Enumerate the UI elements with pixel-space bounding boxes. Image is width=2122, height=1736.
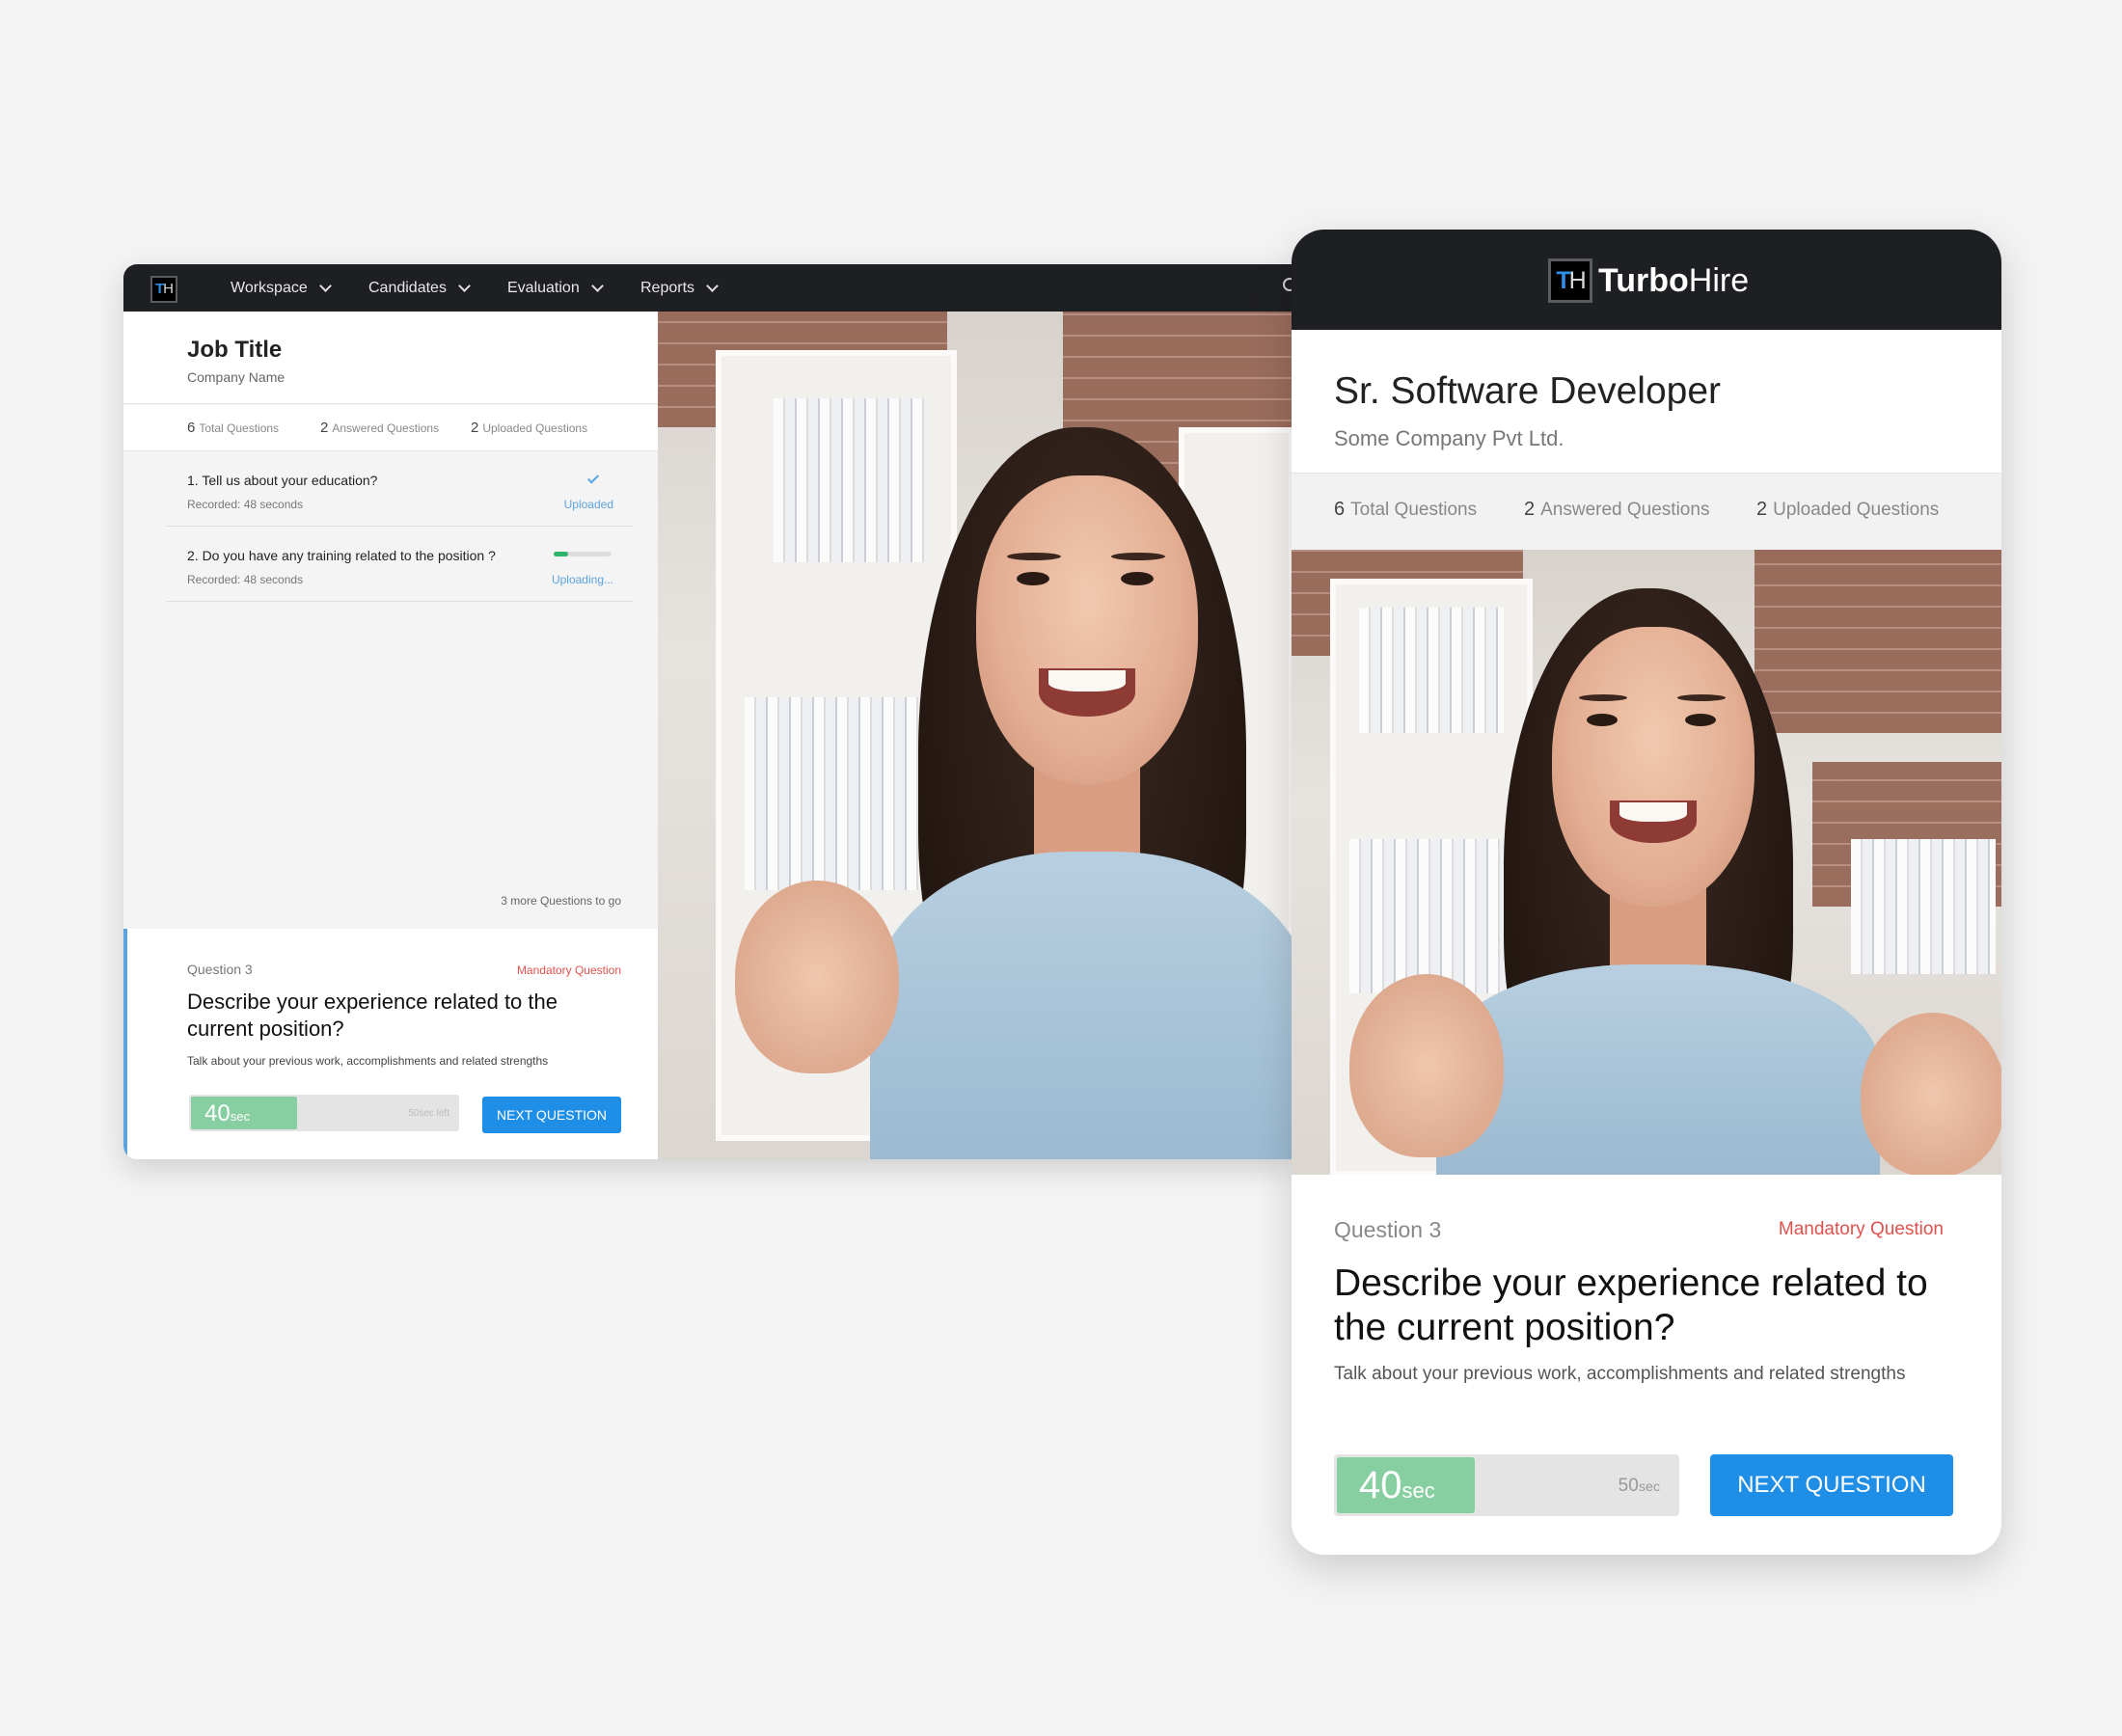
upload-status: Uploaded (563, 498, 613, 511)
stat-total: 6 Total Questions (187, 420, 280, 436)
candidate-video-image (1292, 550, 2001, 1175)
nav-candidates-label: Candidates (368, 279, 447, 296)
mobile-header-bar: TH TurboHire (1292, 230, 2001, 330)
turbohire-brand: TH TurboHire (1548, 258, 1749, 303)
upload-progress-bar (554, 552, 612, 556)
stat-uploaded: 2 Uploaded Questions (471, 420, 588, 436)
chevron-down-icon (458, 279, 471, 292)
candidate-video-image (658, 312, 1292, 1159)
nav-reports[interactable]: Reports (640, 264, 719, 312)
mandatory-badge: Mandatory Question (516, 963, 621, 977)
stat-uploaded: 2 Uploaded Questions (1756, 499, 1940, 520)
question-stats: 6 Total Questions 2 Answered Questions 2 Up… (1292, 473, 2001, 550)
job-title: Job Title (187, 337, 283, 363)
question-number: Question 3 (187, 962, 253, 977)
question-stats: 6 Total Questions 2 Answered Questions 2 Up… (123, 405, 658, 451)
stat-total: 6 Total Questions (1334, 499, 1478, 520)
next-question-button[interactable]: NEXT QUESTION (1710, 1454, 1953, 1516)
question-heading: Describe your experience related to the … (187, 990, 558, 1041)
video-preview (1292, 550, 2001, 1175)
upload-progress-fill (554, 552, 568, 556)
timer-bar: 40sec 50sec left (189, 1095, 459, 1131)
nav-evaluation-label: Evaluation (507, 279, 580, 296)
check-icon (586, 472, 600, 484)
timer-remaining: 50sec (1618, 1476, 1660, 1496)
timer-bar: 40sec 50sec (1334, 1454, 1679, 1516)
brand-name: TurboHire (1598, 261, 1750, 299)
turbohire-logo-icon[interactable]: TH (150, 276, 177, 303)
mandatory-badge: Mandatory Question (1778, 1219, 1944, 1239)
company-name: Some Company Pvt Ltd. (1334, 426, 1564, 450)
question-subtext: Talk about your previous work, accomplis… (1334, 1364, 1906, 1384)
desktop-window: TH Workspace Candidates Evaluation Repor… (123, 264, 1292, 1159)
nav-evaluation[interactable]: Evaluation (507, 264, 604, 312)
recorded-duration: Recorded: 48 seconds (187, 498, 304, 511)
turbohire-logo-icon: TH (1548, 258, 1592, 303)
nav-reports-label: Reports (640, 279, 695, 296)
question-number: Question 3 (1334, 1217, 1442, 1242)
list-item[interactable]: 2. Do you have any training related to t… (166, 527, 633, 602)
timer-value: 40sec (1359, 1464, 1435, 1506)
current-question-card: Question 3 Mandatory Question Describe y… (1292, 1175, 2001, 1555)
stat-answered: 2 Answered Questions (320, 420, 440, 436)
recorded-duration: Recorded: 48 seconds (187, 573, 304, 586)
timer-remaining: 50sec left (408, 1108, 449, 1119)
list-item[interactable]: 1. Tell us about your education? Recorde… (166, 451, 633, 527)
video-preview (658, 312, 1292, 1159)
stat-answered: 2 Answered Questions (1524, 499, 1710, 520)
question-subtext: Talk about your previous work, accomplis… (187, 1054, 549, 1068)
next-question-button[interactable]: NEXT QUESTION (482, 1097, 621, 1133)
top-nav-bar: TH Workspace Candidates Evaluation Repor… (123, 264, 1292, 312)
job-header: Job Title Company Name (123, 312, 658, 404)
job-title: Sr. Software Developer (1334, 370, 1722, 412)
question-text: 2. Do you have any training related to t… (187, 548, 496, 563)
chevron-down-icon (706, 279, 719, 292)
chevron-down-icon (318, 279, 332, 292)
company-name: Company Name (187, 369, 286, 385)
mobile-window: TH TurboHire Sr. Software Developer Some… (1292, 230, 2001, 1555)
timer-value: 40sec (204, 1100, 251, 1126)
current-question-card: Question 3 Mandatory Question Describe y… (123, 929, 658, 1159)
chevron-down-icon (590, 279, 604, 292)
question-heading: Describe your experience related to the … (1334, 1262, 1928, 1348)
question-sidebar: Job Title Company Name 6 Total Questions … (123, 312, 658, 1159)
nav-workspace[interactable]: Workspace (231, 264, 332, 312)
nav-candidates[interactable]: Candidates (368, 264, 471, 312)
upload-status: Uploading... (551, 573, 613, 586)
nav-workspace-label: Workspace (231, 279, 308, 296)
question-text: 1. Tell us about your education? (187, 473, 378, 488)
more-questions-note: 3 more Questions to go (501, 894, 621, 908)
job-header: Sr. Software Developer Some Company Pvt … (1292, 330, 2001, 473)
